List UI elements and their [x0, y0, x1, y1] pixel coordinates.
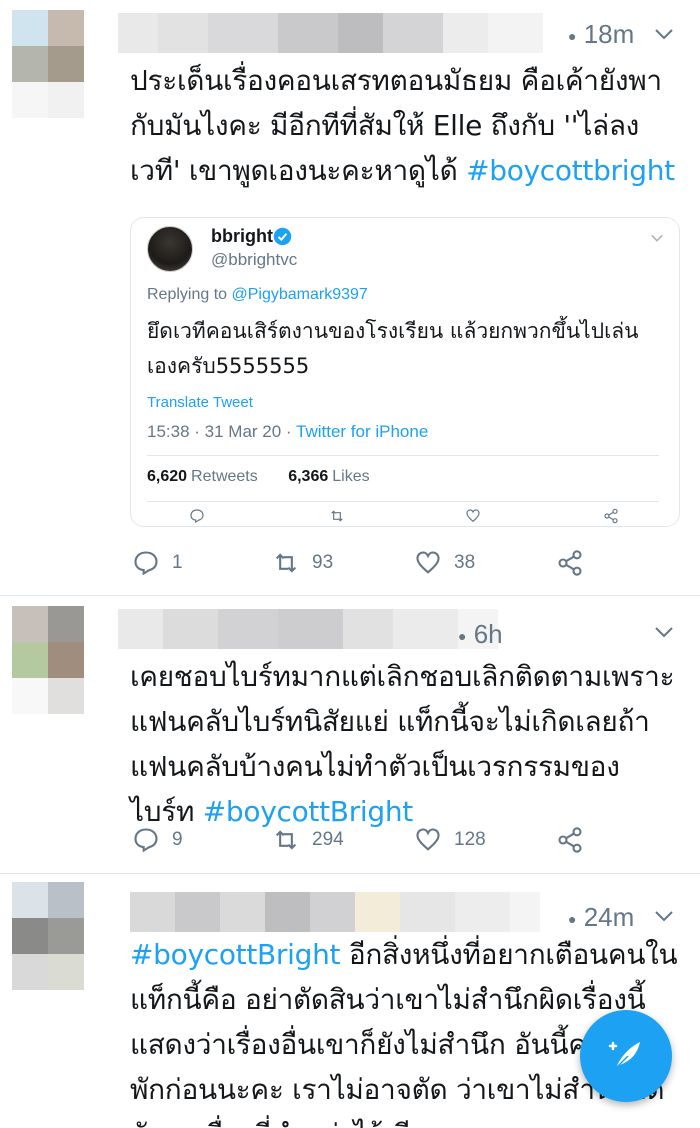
chevron-down-icon[interactable]	[652, 904, 676, 928]
replying-to-link[interactable]: @Pigybamark9397	[232, 286, 368, 303]
chevron-down-icon[interactable]	[652, 620, 676, 644]
share-icon	[558, 827, 582, 853]
translate-tweet-link[interactable]: Translate Tweet	[147, 394, 253, 411]
retweet-button[interactable]: 93	[272, 543, 333, 583]
divider	[147, 455, 659, 456]
tweet[interactable]: ● 6h เคยชอบไบร์ทมากแต่เลิกชอบเลิกติดตามเ…	[0, 596, 700, 874]
retweet-count: 294	[312, 829, 344, 850]
compose-tweet-button[interactable]	[580, 1010, 672, 1102]
like-stat[interactable]: 6,366 Likes	[288, 468, 369, 485]
like-count: 128	[454, 829, 486, 850]
retweet-count: 93	[312, 552, 334, 573]
retweet-icon	[275, 830, 297, 850]
tweet-actions: 9 294 128	[130, 820, 670, 860]
like-count: 38	[454, 552, 476, 573]
like-icon	[416, 551, 440, 574]
share-icon	[558, 550, 582, 576]
avatar[interactable]	[12, 10, 120, 118]
author-name[interactable]	[118, 609, 498, 649]
quoted-author-handle[interactable]: @bbrightvc	[211, 250, 297, 270]
reply-icon	[134, 828, 158, 853]
retweet-stat[interactable]: 6,620 Retweets	[147, 468, 258, 485]
quoted-avatar[interactable]	[147, 226, 193, 272]
like-icon[interactable]	[465, 508, 481, 524]
share-button[interactable]	[556, 543, 596, 583]
quoted-author-name[interactable]: bbright	[211, 226, 273, 247]
like-button[interactable]: 128	[414, 820, 486, 860]
reply-count: 9	[172, 829, 183, 850]
retweet-icon	[275, 553, 297, 573]
avatar[interactable]	[12, 606, 120, 714]
quoted-tweet-card[interactable]: bbright @bbrightvc Replying to @Pigybama…	[130, 217, 680, 527]
tweet[interactable]: ● 18m ประเด็นเรื่องคอนเสรทตอนมัธยม คือเค…	[0, 0, 700, 596]
like-button[interactable]: 38	[414, 543, 475, 583]
quoted-timestamp: 15:38 · 31 Mar 20 · Twitter for iPhone	[147, 422, 429, 441]
source-link[interactable]: Twitter for iPhone	[296, 422, 428, 441]
chevron-down-icon[interactable]	[652, 22, 676, 46]
tweet-timestamp[interactable]: ● 24m	[568, 902, 634, 933]
hashtag-link[interactable]: #boycottbright	[466, 154, 675, 187]
like-icon	[416, 828, 440, 851]
author-name[interactable]	[130, 892, 540, 932]
replying-to: Replying to @Pigybamark9397	[147, 286, 368, 303]
retweet-button[interactable]: 294	[272, 820, 344, 860]
chevron-down-icon[interactable]	[649, 230, 665, 246]
tweet-timestamp[interactable]: ● 6h	[458, 619, 503, 650]
retweet-icon[interactable]	[329, 508, 345, 524]
reply-button[interactable]: 9	[132, 820, 183, 860]
tweet-text: เคยชอบไบร์ทมากแต่เลิกชอบเลิกติดตามเพราะแ…	[130, 660, 675, 828]
tweet-text: ประเด็นเรื่องคอนเสรทตอนมัธยม คือเค้ายังพ…	[130, 64, 675, 187]
share-button[interactable]	[556, 820, 596, 860]
reply-button[interactable]: 1	[132, 543, 183, 583]
avatar[interactable]	[12, 882, 120, 990]
compose-tweet-icon	[608, 1041, 640, 1069]
quoted-stats: 6,620 Retweets 6,366 Likes	[147, 468, 370, 486]
reply-icon[interactable]	[189, 508, 205, 524]
hashtag-link[interactable]: #boycottBright	[130, 938, 341, 971]
reply-count: 1	[172, 552, 183, 573]
quoted-tweet-text: ยึดเวทีคอนเสิร์ตงานของโรงเรียน แล้วยกพวก…	[147, 319, 639, 378]
tweet-timestamp[interactable]: ● 18m	[568, 19, 634, 50]
tweet-actions: 1 93 38	[130, 543, 670, 583]
reply-icon	[134, 551, 158, 576]
author-name[interactable]	[118, 13, 543, 53]
divider	[147, 501, 659, 502]
share-icon[interactable]	[603, 508, 619, 524]
verified-icon	[273, 227, 292, 246]
